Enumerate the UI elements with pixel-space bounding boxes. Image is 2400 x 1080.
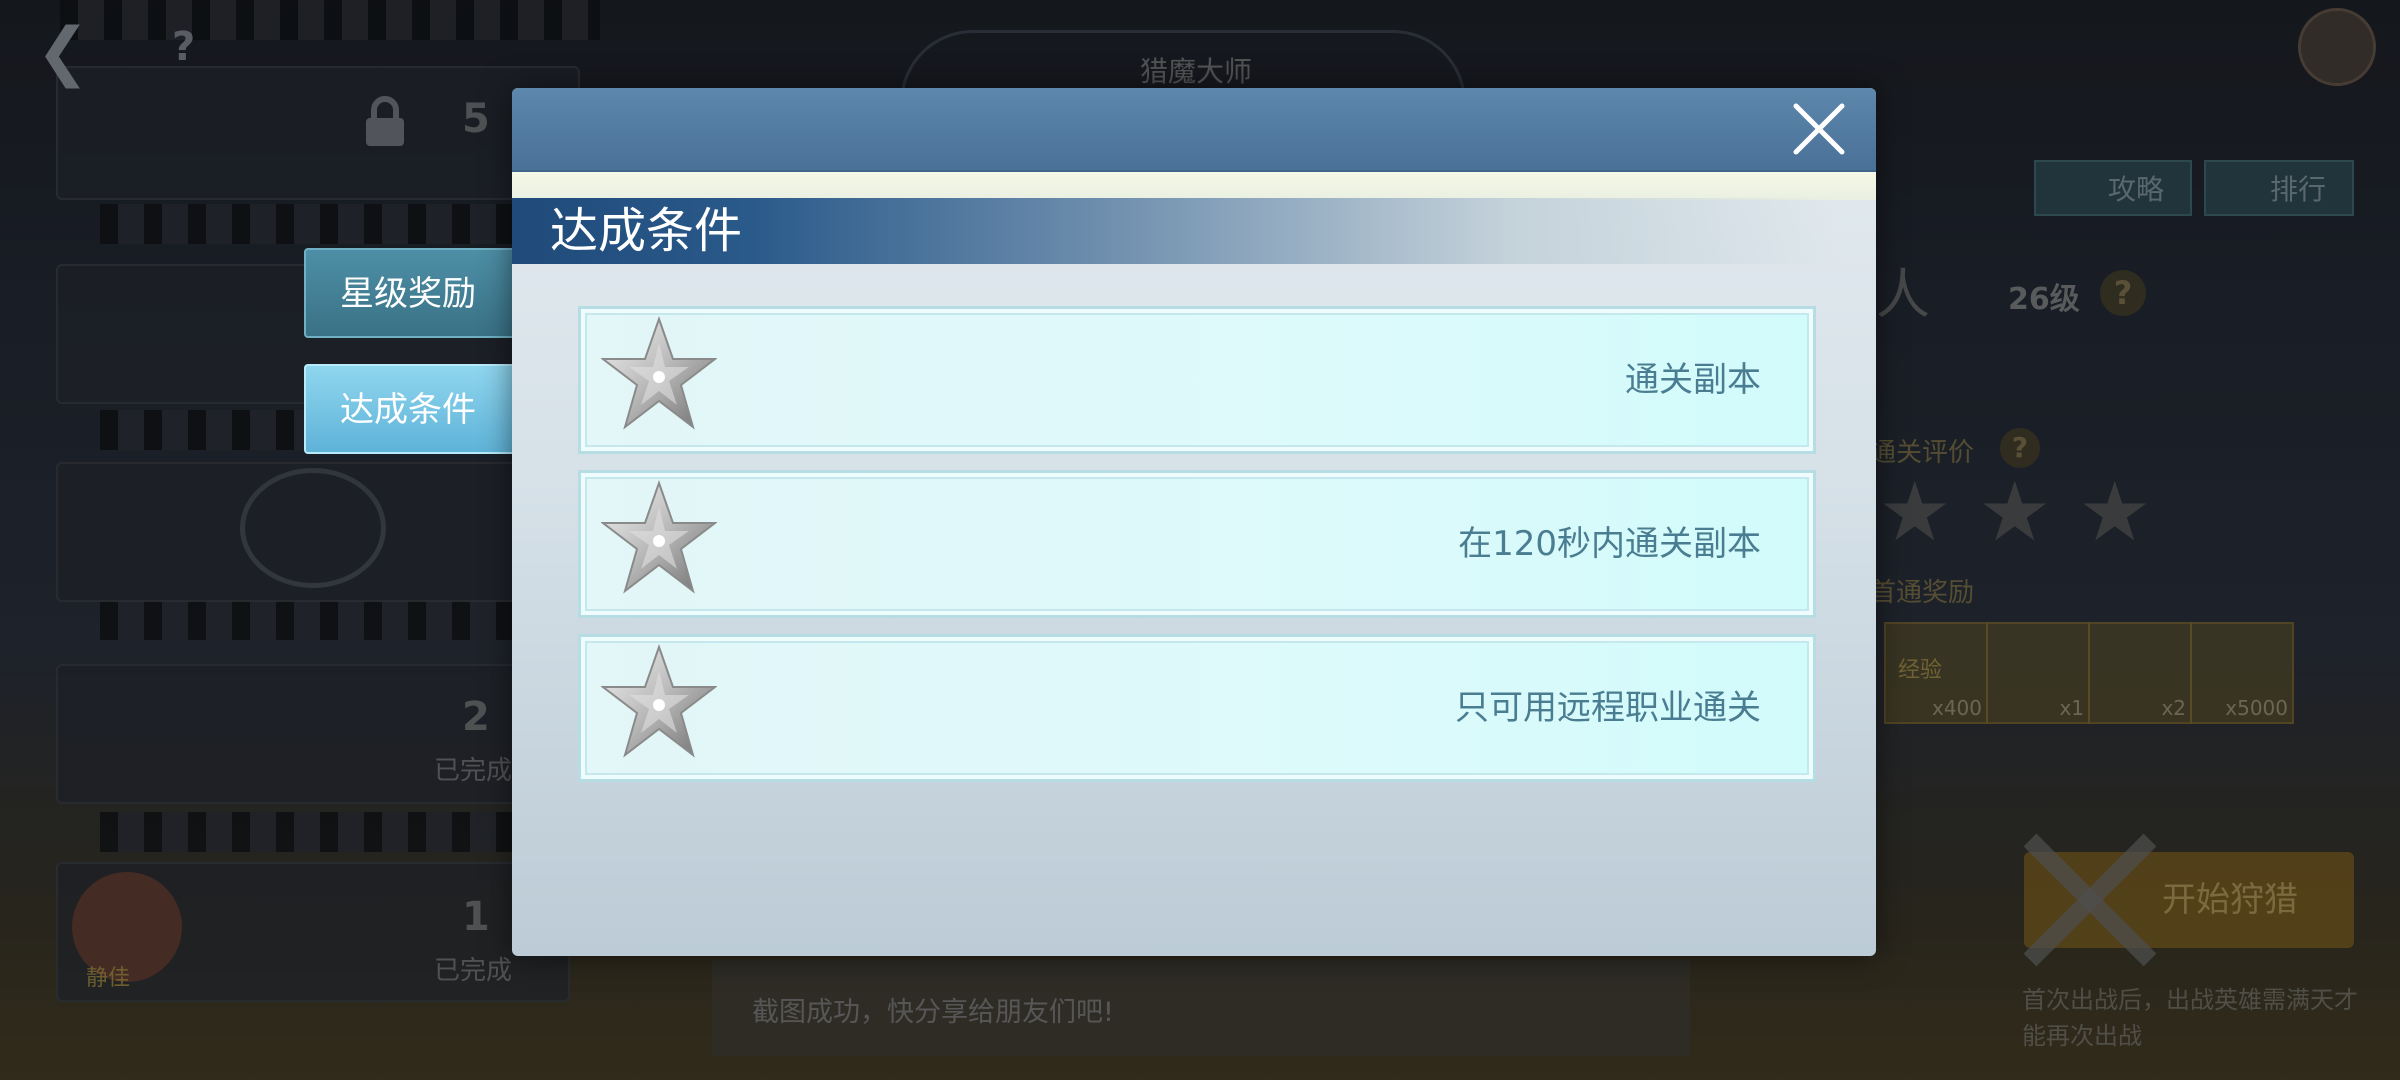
silver-star-icon [601, 643, 717, 758]
dialog-header-glow [512, 172, 1876, 200]
silver-star-icon [601, 315, 717, 430]
section-banner: 达成条件 [512, 198, 1840, 264]
condition-text: 只可用远程职业通关 [1455, 688, 1761, 728]
tab-star-rewards[interactable]: 星级奖励 [304, 248, 526, 338]
condition-text: 通关副本 [1625, 360, 1761, 400]
section-title: 达成条件 [550, 203, 743, 259]
dialog-header [512, 88, 1876, 172]
condition-row: 只可用远程职业通关 [578, 634, 1816, 782]
condition-row: 通关副本 [578, 306, 1816, 454]
tab-conditions[interactable]: 达成条件 [304, 364, 526, 454]
conditions-dialog: 达成条件 通关副本 在120秒内通关副本 只可用远程职业通关 [512, 88, 1876, 956]
silver-star-icon [601, 479, 717, 594]
close-icon[interactable] [1786, 96, 1852, 162]
condition-text: 在120秒内通关副本 [1458, 524, 1761, 564]
condition-row: 在120秒内通关副本 [578, 470, 1816, 618]
